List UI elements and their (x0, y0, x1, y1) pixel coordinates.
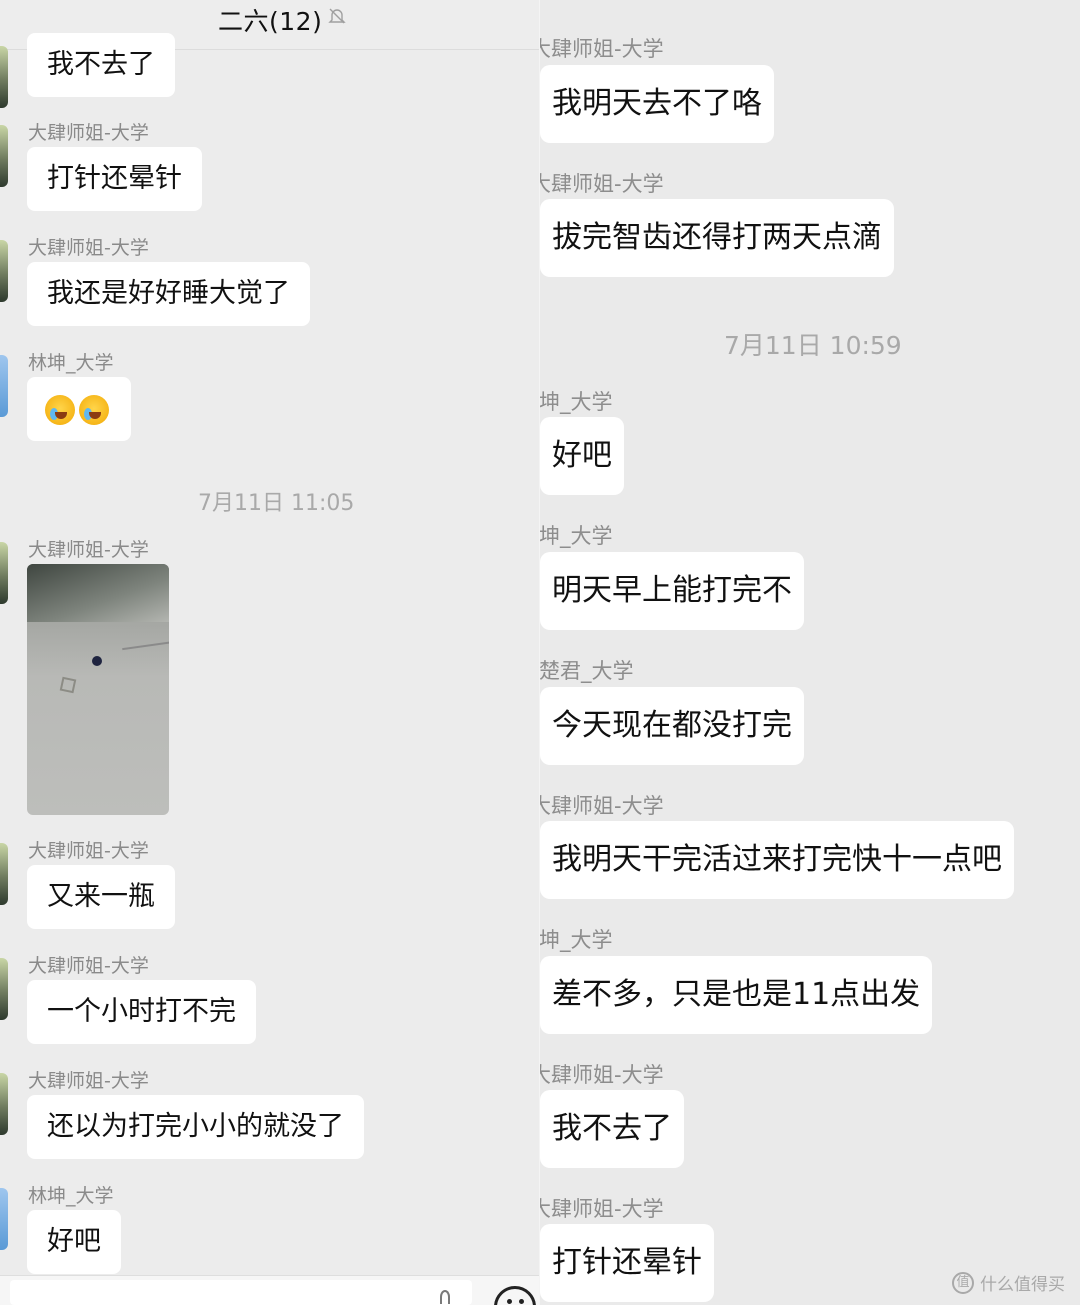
sender-name: 林坤_大学 (28, 1185, 114, 1207)
sender-name: 林坤_大学 (540, 524, 613, 548)
avatar[interactable] (0, 958, 8, 1020)
sender-name: 大肆师姐-大学 (28, 539, 149, 561)
avatar[interactable] (0, 355, 8, 417)
sender-name: 林坤_大学 (540, 390, 613, 414)
sender-name: 大肆师姐-大学 (28, 237, 149, 259)
watermark-text: 什么值得买 (980, 1275, 1065, 1295)
message-bubble[interactable]: 又来一瓶 (27, 865, 175, 929)
sender-name: 林坤_大学 (28, 352, 114, 374)
message-bubble[interactable]: 差不多，只是也是11点出发 (540, 956, 933, 1034)
sender-name: 大肆师姐-大学 (28, 1070, 149, 1092)
sender-name: 大肆师姐-大学 (28, 122, 149, 144)
message-bubble[interactable]: 拔完智齿还得打两天点滴 (540, 199, 894, 277)
message-bubble[interactable]: 好吧 (27, 1210, 121, 1274)
sender-name: 大肆师姐-大学 (540, 1063, 664, 1087)
message-bubble[interactable]: 打针还晕针 (540, 1224, 714, 1302)
avatar[interactable] (0, 1188, 8, 1250)
sender-name: 赵楚君_大学 (540, 659, 634, 683)
timestamp: 7月11日 11:05 (198, 491, 355, 516)
left-chat-panel: 二六(12) 我不去了 大肆师姐-大学 打针还晕针 大肆师姐-大学 我还是好好睡… (0, 0, 540, 1305)
message-bubble[interactable]: 今天现在都没打完 (540, 687, 804, 765)
bell-off-icon (328, 8, 346, 24)
crying-laughing-emoji-icon (79, 394, 109, 425)
watermark: 值 什么值得买 (952, 1270, 1065, 1295)
photo-message[interactable] (27, 564, 169, 815)
message-bubble[interactable]: 好吧 (540, 417, 624, 495)
message-bubble[interactable]: 还以为打完小小的就没了 (27, 1095, 364, 1159)
avatar[interactable] (0, 46, 8, 108)
chat-title: 二六(12) (218, 7, 323, 36)
message-bubble[interactable]: 我还是好好睡大觉了 (27, 262, 310, 326)
sender-name: 林坤_大学 (540, 928, 613, 952)
message-bubble[interactable]: 我不去了 (27, 33, 175, 97)
avatar[interactable] (0, 1073, 8, 1135)
zhi-logo-icon: 值 (952, 1271, 974, 1294)
sender-name: 大肆师姐-大学 (28, 840, 149, 862)
message-bubble[interactable]: 打针还晕针 (27, 147, 202, 211)
sender-name: 大肆师姐-大学 (540, 1197, 664, 1221)
message-bubble[interactable]: 一个小时打不完 (27, 980, 256, 1044)
message-bubble[interactable]: 明天早上能打完不 (540, 552, 804, 630)
voice-icon[interactable] (440, 1290, 450, 1304)
avatar[interactable] (0, 125, 8, 187)
avatar[interactable] (0, 843, 8, 905)
message-bubble[interactable]: 我不去了 (540, 1090, 684, 1168)
chat-screenshot-collage: 二六(12) 我不去了 大肆师姐-大学 打针还晕针 大肆师姐-大学 我还是好好睡… (0, 0, 1080, 1305)
message-bubble[interactable]: 我明天干完活过来打完快十一点吧 (540, 821, 1014, 899)
message-bubble[interactable]: 我明天去不了咯 (540, 65, 774, 143)
message-input[interactable] (10, 1280, 472, 1305)
right-chat-panel: 大肆师姐-大学 我明天去不了咯 大肆师姐-大学 拔完智齿还得打两天点滴 7月11… (540, 0, 1080, 1305)
sender-name: 大肆师姐-大学 (540, 794, 664, 818)
sender-name: 大肆师姐-大学 (540, 172, 664, 196)
sender-name: 大肆师姐-大学 (28, 955, 149, 977)
crying-laughing-emoji-icon (45, 394, 75, 425)
avatar[interactable] (0, 542, 8, 604)
sender-name: 大肆师姐-大学 (540, 37, 664, 61)
timestamp: 7月11日 10:59 (724, 331, 902, 360)
emoji-bubble[interactable] (27, 377, 131, 441)
avatar[interactable] (0, 240, 8, 302)
